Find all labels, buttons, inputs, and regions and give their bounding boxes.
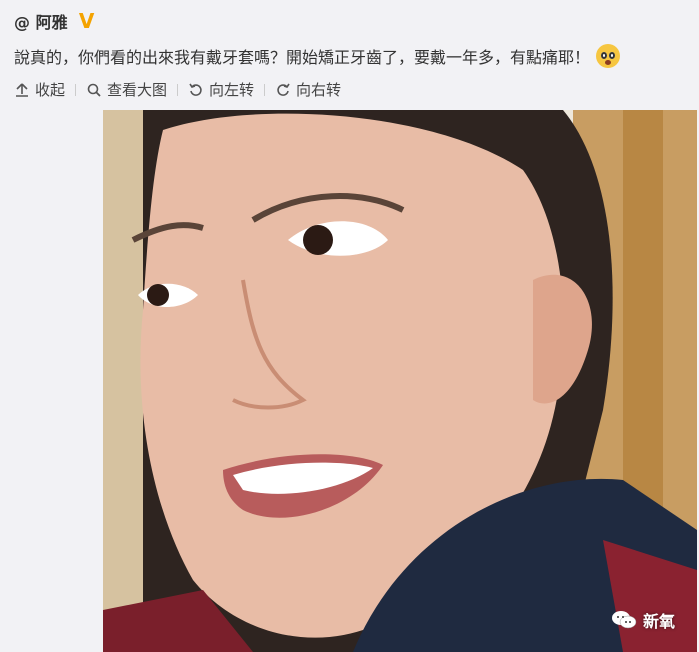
- shocked-emoji-icon: [596, 44, 621, 68]
- collapse-button[interactable]: 收起: [14, 79, 65, 100]
- rotate-left-icon: [189, 83, 202, 96]
- selfie-image: [103, 110, 697, 652]
- watermark: 新氧: [611, 608, 675, 632]
- rotate-left-label: 向左转: [209, 81, 255, 99]
- post-body: 說真的，你們看的出來我有戴牙套嗎？開始矯正牙齒了，要戴一年多，有點痛耶！: [14, 48, 591, 67]
- username[interactable]: @ 阿雅: [14, 9, 68, 33]
- watermark-text: 新氧: [642, 612, 675, 631]
- post-photo[interactable]: 新氧: [103, 110, 697, 652]
- view-large-button[interactable]: 查看大图: [86, 79, 167, 100]
- rotate-right-icon: [277, 83, 290, 96]
- verified-icon: V: [78, 9, 95, 33]
- search-icon: [87, 83, 101, 97]
- post-header: @ 阿雅 V: [14, 9, 96, 33]
- upload-arrow-icon: [16, 82, 28, 97]
- rotate-right-label: 向右转: [296, 81, 342, 99]
- image-toolbar: 收起 查看大图 向左转 向右转: [14, 79, 341, 100]
- rotate-left-button[interactable]: 向左转: [188, 79, 254, 100]
- view-large-label: 查看大图: [107, 81, 168, 99]
- divider: [264, 83, 266, 96]
- post-text: 說真的，你們看的出來我有戴牙套嗎？開始矯正牙齒了，要戴一年多，有點痛耶！: [14, 44, 621, 68]
- divider: [75, 83, 77, 96]
- divider: [177, 83, 179, 96]
- wechat-icon: [611, 610, 637, 630]
- collapse-label: 收起: [35, 81, 66, 99]
- rotate-right-button[interactable]: 向右转: [275, 79, 341, 100]
